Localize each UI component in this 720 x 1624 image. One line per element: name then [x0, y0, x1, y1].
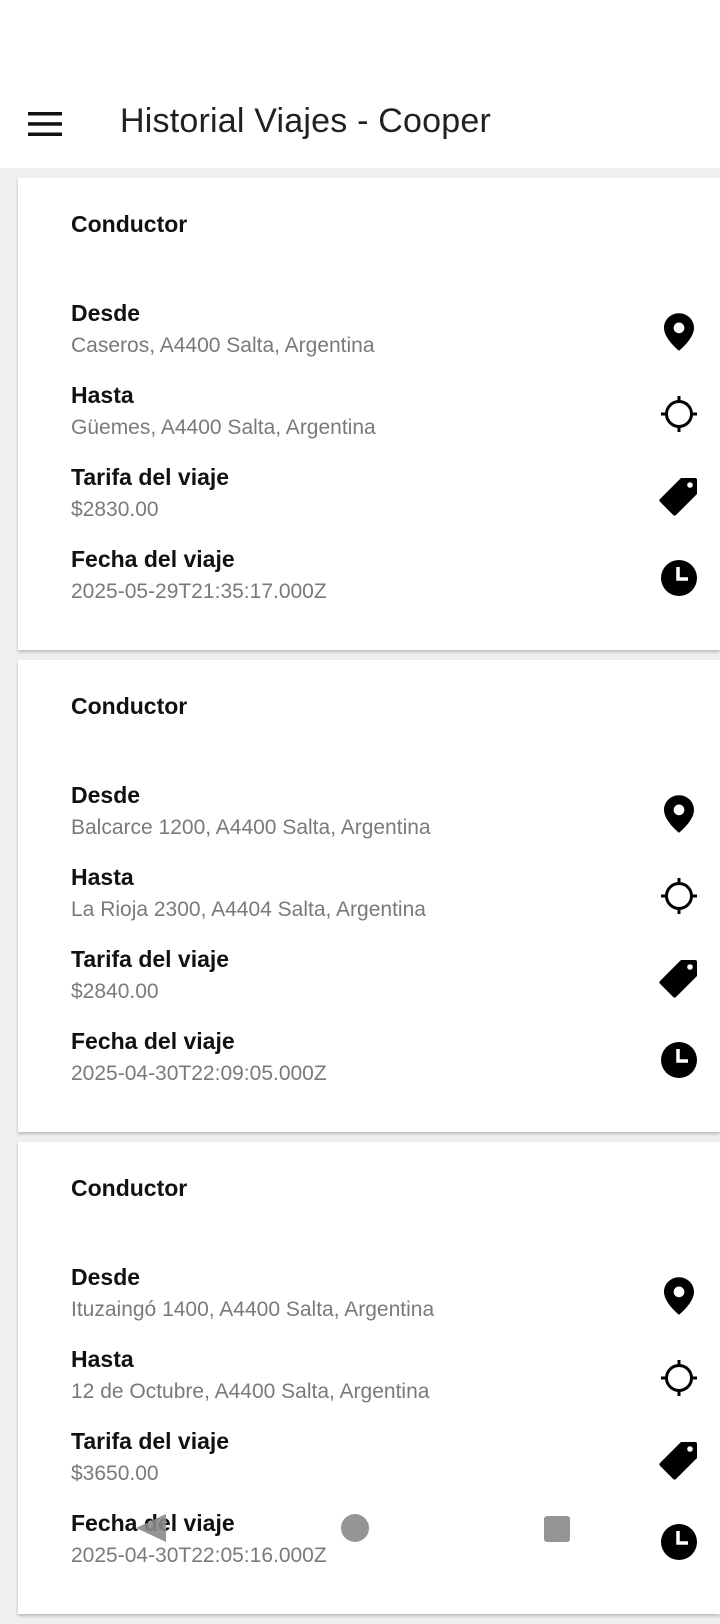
app-bar: Historial Viajes - Cooper — [0, 80, 720, 168]
fare-label: Tarifa del viaje — [71, 464, 230, 490]
date-value: 2025-05-29T21:35:17.000Z — [71, 580, 327, 603]
fare-value: $2830.00 — [71, 498, 159, 521]
driver-label: Conductor — [71, 693, 188, 719]
date-row: Fecha del viaje 2025-04-30T22:09:05.000Z — [71, 1028, 701, 1102]
back-icon — [136, 1514, 166, 1542]
from-value: Ituzaingó 1400, A4400 Salta, Argentina — [71, 1298, 435, 1321]
fare-label: Tarifa del viaje — [71, 946, 230, 972]
date-row: Fecha del viaje 2025-05-29T21:35:17.000Z — [71, 546, 701, 620]
to-value: La Rioja 2300, A4404 Salta, Argentina — [71, 898, 426, 921]
to-row: Hasta La Rioja 2300, A4404 Salta, Argent… — [71, 864, 701, 938]
system-nav-bar — [0, 1500, 720, 1600]
from-row: Desde Ituzaingó 1400, A4400 Salta, Argen… — [71, 1264, 701, 1338]
from-row: Desde Caseros, A4400 Salta, Argentina — [71, 300, 701, 374]
price-tag-icon — [657, 1438, 701, 1482]
to-row: Hasta 12 de Octubre, A4400 Salta, Argent… — [71, 1346, 701, 1420]
map-pin-icon — [657, 792, 701, 836]
crosshair-icon — [657, 392, 701, 436]
home-button[interactable] — [340, 1513, 370, 1543]
menu-icon — [28, 112, 62, 136]
to-value: Güemes, A4400 Salta, Argentina — [71, 416, 376, 439]
recents-button[interactable] — [543, 1515, 571, 1543]
crosshair-icon — [657, 1356, 701, 1400]
date-value: 2025-04-30T22:09:05.000Z — [71, 1062, 327, 1085]
date-label: Fecha del viaje — [71, 1028, 235, 1054]
status-bar — [0, 0, 720, 80]
trip-card[interactable]: Conductor Desde Balcarce 1200, A4400 Sal… — [18, 660, 720, 1132]
fare-value: $3650.00 — [71, 1462, 159, 1485]
from-row: Desde Balcarce 1200, A4400 Salta, Argent… — [71, 782, 701, 856]
to-row: Hasta Güemes, A4400 Salta, Argentina — [71, 382, 701, 456]
date-label: Fecha del viaje — [71, 546, 235, 572]
page-title: Historial Viajes - Cooper — [120, 102, 491, 140]
recents-icon — [544, 1516, 570, 1542]
menu-button[interactable] — [28, 107, 62, 141]
crosshair-icon — [657, 874, 701, 918]
from-label: Desde — [71, 782, 141, 808]
fare-row: Tarifa del viaje $2840.00 — [71, 946, 701, 1020]
driver-label: Conductor — [71, 211, 188, 237]
trip-card[interactable]: Conductor Desde Caseros, A4400 Salta, Ar… — [18, 178, 720, 650]
to-label: Hasta — [71, 864, 134, 890]
price-tag-icon — [657, 956, 701, 1000]
price-tag-icon — [657, 474, 701, 518]
to-label: Hasta — [71, 1346, 134, 1372]
map-pin-icon — [657, 310, 701, 354]
fare-row: Tarifa del viaje $2830.00 — [71, 464, 701, 538]
from-value: Caseros, A4400 Salta, Argentina — [71, 334, 375, 357]
from-label: Desde — [71, 1264, 141, 1290]
driver-label: Conductor — [71, 1175, 188, 1201]
clock-icon — [657, 556, 701, 600]
trip-list[interactable]: Conductor Desde Caseros, A4400 Salta, Ar… — [18, 178, 720, 1624]
home-icon — [341, 1514, 369, 1542]
clock-icon — [657, 1038, 701, 1082]
map-pin-icon — [657, 1274, 701, 1318]
back-button[interactable] — [132, 1512, 168, 1544]
to-label: Hasta — [71, 382, 134, 408]
fare-row: Tarifa del viaje $3650.00 — [71, 1428, 701, 1502]
from-value: Balcarce 1200, A4400 Salta, Argentina — [71, 816, 431, 839]
from-label: Desde — [71, 300, 141, 326]
to-value: 12 de Octubre, A4400 Salta, Argentina — [71, 1380, 430, 1403]
fare-value: $2840.00 — [71, 980, 159, 1003]
fare-label: Tarifa del viaje — [71, 1428, 230, 1454]
